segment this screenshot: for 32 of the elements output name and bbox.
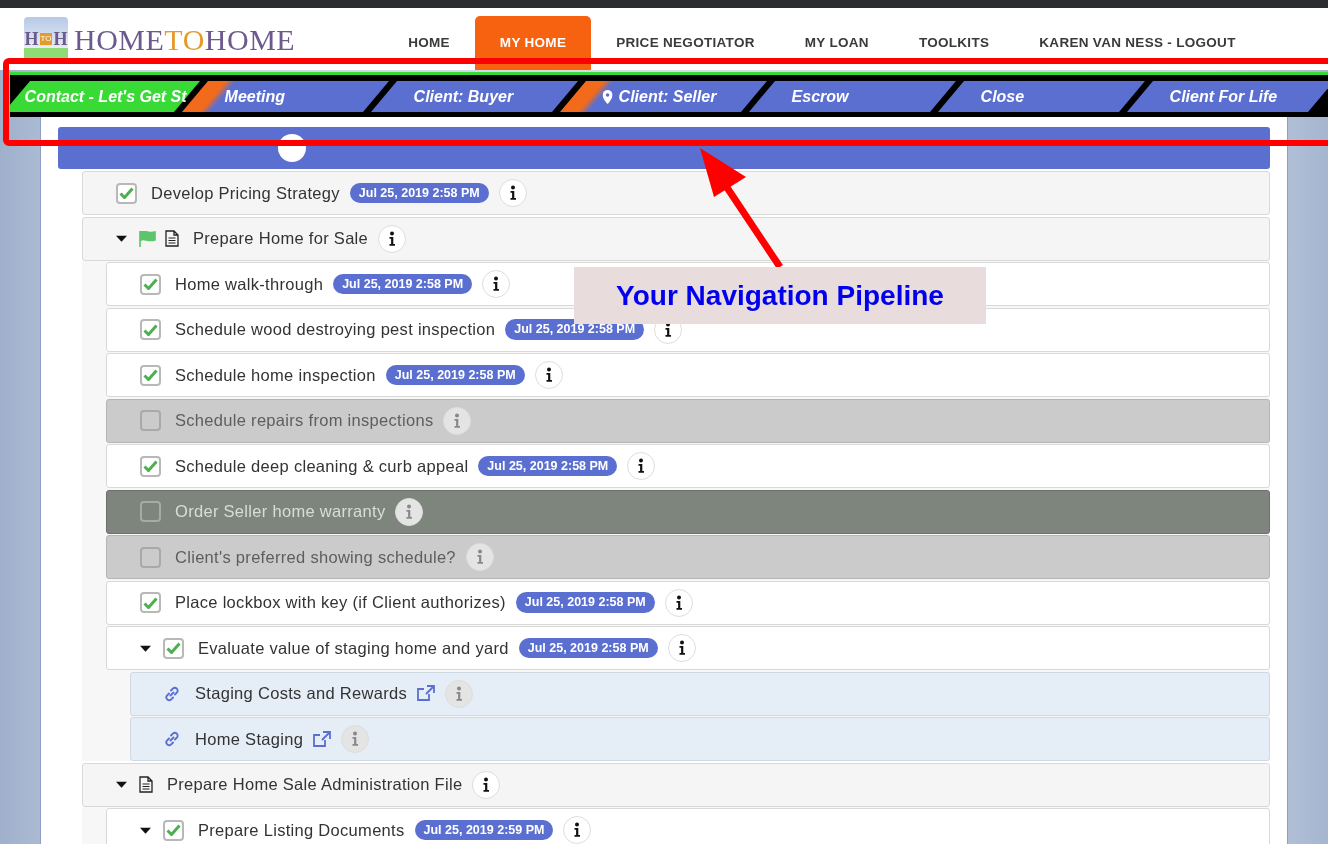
stage-label: Client: Seller	[619, 86, 717, 106]
task-title: Client's preferred showing schedule?	[175, 546, 456, 568]
task-title: Prepare Home for Sale	[193, 228, 369, 250]
task-title: Prepare Home Sale Administration File	[167, 774, 463, 796]
task-title: Order Seller home warranty	[175, 501, 386, 523]
date-badge: Jul 25, 2019 2:58 PM	[349, 182, 489, 204]
date-badge: Jul 25, 2019 2:58 PM	[478, 455, 618, 477]
task-title: Place lockbox with key (if Client authorizes)	[175, 592, 506, 614]
task-title: Home Staging	[195, 728, 304, 750]
stage-label: Client: Buyer	[414, 86, 514, 107]
logo-letter: H	[24, 27, 39, 51]
task-title: Schedule wood destroying pest inspection	[175, 319, 496, 341]
task-title: Staging Costs and Rewards	[195, 683, 408, 705]
date-badge: Jul 25, 2019 2:58 PM	[518, 637, 658, 659]
task-title: Home walk-through	[175, 273, 324, 295]
logo-letter: H	[53, 27, 68, 51]
task-title: Evaluate value of staging home and yard	[198, 637, 509, 659]
date-badge: Jul 25, 2019 2:58 PM	[385, 364, 525, 386]
task-title: Schedule repairs from inspections	[175, 410, 434, 432]
date-badge: Jul 25, 2019 2:58 PM	[515, 592, 655, 613]
stage-label: Escrow	[792, 86, 849, 106]
task-title: Prepare Listing Documents	[198, 819, 405, 841]
logo-letter: TO	[39, 33, 53, 45]
stage-label: Meeting	[225, 86, 286, 107]
stage-label: Client For Life	[1170, 86, 1278, 106]
task-title: Develop Pricing Strategy	[151, 182, 340, 204]
task-title: Schedule deep cleaning & curb appeal	[175, 455, 469, 477]
date-badge: Jul 25, 2019 2:59 PM	[414, 819, 554, 841]
date-badge: Jul 25, 2019 2:58 PM	[333, 273, 473, 295]
task-title: Schedule home inspection	[175, 364, 376, 386]
stage-label: Close	[981, 86, 1025, 106]
annotation-tooltip: Your Navigation Pipeline	[574, 267, 986, 324]
